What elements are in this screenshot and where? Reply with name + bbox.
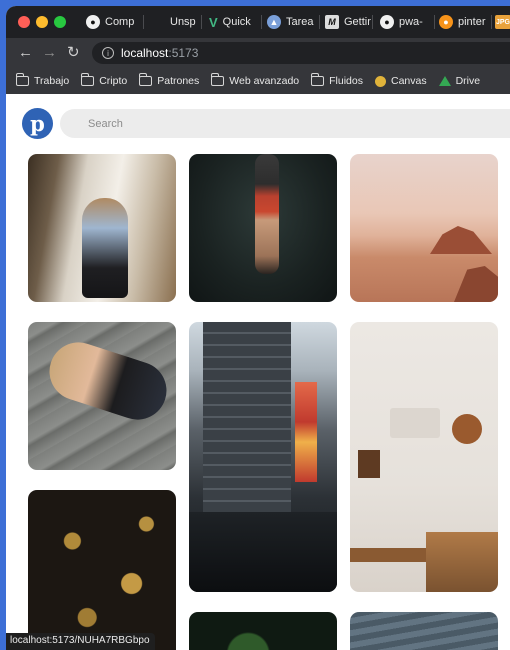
minimize-window-button[interactable]: [36, 16, 48, 28]
pin-woman-window[interactable]: [28, 154, 176, 302]
gdrive-icon: ▲: [267, 15, 281, 29]
bookmark-label: Web avanzado: [229, 75, 300, 87]
photo-rock: [454, 266, 498, 302]
github-icon: ●: [380, 15, 394, 29]
bookmark-label: Canvas: [390, 75, 427, 87]
logo-letter: p: [30, 111, 45, 136]
tab-pwa[interactable]: ● pwa-: [380, 10, 432, 34]
photo-rock: [430, 226, 492, 254]
photo-figure: [82, 198, 128, 298]
pin-interior-shelves[interactable]: [350, 322, 498, 592]
pinterest-fav-icon: ●: [439, 15, 453, 29]
tab-divider: [143, 15, 144, 29]
bookmark-label: Fluidos: [329, 75, 363, 87]
photo-building: [203, 322, 291, 512]
jpg-icon: JPG: [495, 15, 510, 29]
tab-label: Gettin: [344, 16, 371, 28]
photo-frame: [358, 450, 380, 478]
pinterest-logo-icon[interactable]: p: [22, 108, 53, 139]
tab-gettin[interactable]: M Gettin: [325, 10, 371, 34]
tab-unsp[interactable]: Unsp: [170, 10, 198, 34]
pin-green-plant[interactable]: [189, 612, 337, 650]
search-placeholder: Search: [88, 117, 123, 130]
photo-sign: [295, 382, 317, 482]
bookmark-canvas[interactable]: Canvas: [374, 75, 427, 87]
photo-vase: [452, 414, 482, 444]
bookmark-label: Cripto: [99, 75, 128, 87]
folder-icon: [80, 73, 95, 86]
url-host: localhost: [121, 46, 169, 60]
bookmark-label: Patrones: [157, 75, 200, 87]
github-icon: ●: [86, 15, 100, 29]
bookmarks-bar: Trabajo Cripto Patrones Web avanzado Flu…: [6, 68, 510, 94]
bookmark-web-avanzado[interactable]: Web avanzado: [210, 73, 300, 87]
pin-golden-floral[interactable]: [28, 490, 176, 650]
photo-figure: [255, 154, 279, 274]
photo-figure: [41, 334, 175, 428]
tab-tarea[interactable]: ▲ Tarea: [267, 10, 317, 34]
medium-icon: M: [325, 15, 339, 29]
vue-icon: V: [209, 14, 218, 30]
bookmark-label: Trabajo: [34, 75, 70, 87]
bookmark-fluidos[interactable]: Fluidos: [310, 73, 363, 87]
tab-divider: [201, 15, 202, 29]
address-bar[interactable]: i localhost:5173: [92, 42, 510, 64]
forward-button[interactable]: →: [42, 44, 57, 62]
pin-desert-rock[interactable]: [350, 154, 498, 302]
browser-window: ● Comp Unsp V Quick ▲ Tarea M Gettin ● p…: [6, 6, 510, 650]
canvas-icon: [374, 75, 386, 87]
tab-quick[interactable]: V Quick: [209, 10, 259, 34]
tab-pinter[interactable]: ● pinter: [439, 10, 489, 34]
page-content: p Search: [6, 94, 510, 650]
pin-city-building[interactable]: [189, 322, 337, 592]
close-window-button[interactable]: [18, 16, 30, 28]
tab-comp[interactable]: ● Comp: [86, 10, 138, 34]
bookmark-label: Drive: [455, 75, 481, 87]
status-bar-url: localhost:5173/NUHA7RBGbpo: [6, 633, 155, 650]
pin-woman-stairs[interactable]: [28, 322, 176, 470]
tab-bar: ● Comp Unsp V Quick ▲ Tarea M Gettin ● p…: [6, 6, 510, 38]
url-port: :5173: [168, 46, 199, 60]
folder-icon: [310, 73, 325, 86]
tab-label: Tarea: [286, 16, 314, 28]
folder-icon: [138, 73, 153, 86]
back-button[interactable]: ←: [18, 44, 33, 62]
tab-label: pwa-: [399, 16, 423, 28]
pin-sea-water[interactable]: [350, 612, 498, 650]
photo-car: [189, 512, 337, 592]
tab-jpg[interactable]: JPG: [495, 10, 510, 34]
reload-button[interactable]: ↻: [67, 44, 80, 62]
tab-divider: [434, 15, 435, 29]
tab-label: Comp: [105, 16, 135, 28]
photo-chair: [426, 532, 498, 592]
gdrive-icon: [438, 76, 451, 86]
maximize-window-button[interactable]: [54, 16, 66, 28]
tab-label: pinter: [458, 16, 486, 28]
tab-label: Quick: [222, 16, 251, 28]
tab-divider: [261, 15, 262, 29]
tab-divider: [491, 15, 492, 29]
tab-label: Unsp: [170, 16, 196, 28]
info-icon[interactable]: i: [102, 47, 114, 59]
folder-icon: [15, 73, 29, 86]
photo-shelf: [390, 408, 440, 438]
tab-divider: [319, 15, 320, 29]
pin-diver-underwater[interactable]: [189, 154, 337, 302]
folder-icon: [210, 73, 225, 86]
bookmark-drive[interactable]: Drive: [438, 75, 481, 87]
bookmark-cripto[interactable]: Cripto: [80, 73, 128, 87]
bookmark-trabajo[interactable]: Trabajo: [15, 73, 70, 87]
bookmark-patrones[interactable]: Patrones: [138, 73, 200, 87]
search-input[interactable]: Search: [60, 109, 510, 138]
tab-divider: [372, 15, 373, 29]
browser-toolbar: ← → ↻ i localhost:5173: [6, 38, 510, 68]
